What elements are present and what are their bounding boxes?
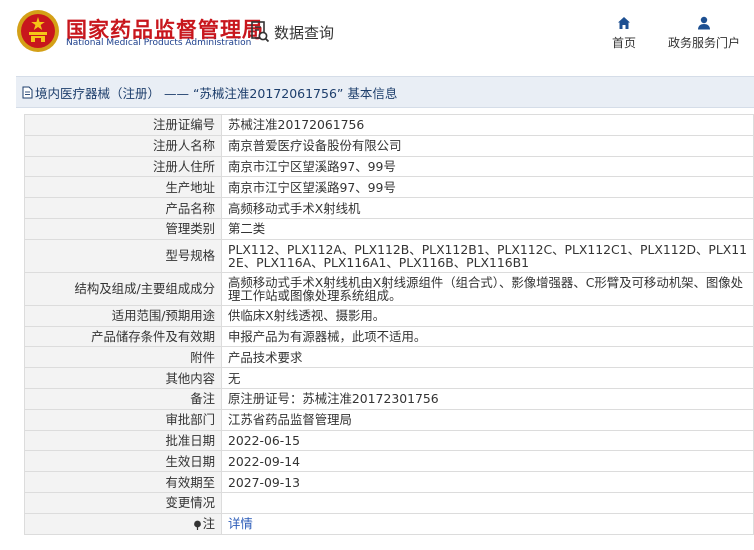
field-label: 管理类别 [24, 217, 222, 240]
table-row: 产品储存条件及有效期 申报产品为有源器械，此项不适用。 [24, 325, 754, 348]
pin-icon [193, 520, 201, 530]
field-value: 南京普爱医疗设备股份有限公司 [221, 134, 754, 157]
table-row: 管理类别 第二类 [24, 217, 754, 240]
field-label: 有效期至 [24, 471, 222, 493]
field-value: 第二类 [221, 217, 754, 240]
field-value: 无 [221, 367, 754, 389]
note-label: 注 [202, 516, 215, 532]
site-header: 国家药品监督管理局 National Medical Products Admi… [0, 0, 754, 66]
field-value: 2022-09-14 [221, 450, 754, 473]
field-label: 结构及组成/主要组成成分 [24, 271, 222, 306]
field-value: 2027-09-13 [221, 471, 754, 493]
note-value-cell: 详情 [221, 512, 754, 535]
table-row: 审批部门 江苏省药品监督管理局 [24, 408, 754, 431]
table-row: 有效期至 2027-09-13 [24, 471, 754, 493]
site-subtitle: National Medical Products Administration [66, 38, 252, 48]
nav-home-label: 首页 [612, 36, 637, 50]
field-value: 南京市江宁区望溪路97、99号 [221, 176, 754, 199]
table-row: 批准日期 2022-06-15 [24, 429, 754, 452]
document-icon [22, 86, 33, 99]
field-label: 注册人住所 [24, 155, 222, 178]
national-emblem-icon [17, 10, 59, 52]
table-row: 生产地址 南京市江宁区望溪路97、99号 [24, 176, 754, 199]
nav-service-portal-label: 政务服务门户 [668, 36, 741, 50]
field-label: 型号规格 [24, 238, 222, 273]
field-label: 注册人名称 [24, 134, 222, 157]
table-row: 生效日期 2022-09-14 [24, 450, 754, 473]
breadcrumb: 境内医疗器械（注册） —— “苏械注准20172061756” 基本信息 [16, 76, 754, 108]
field-value: 高频移动式手术X射线机 [221, 197, 754, 219]
registration-detail-table: 注册证编号 苏械注准20172061756 注册人名称 南京普爱医疗设备股份有限公司… [24, 114, 754, 535]
note-label-cell: 注 [24, 512, 222, 535]
field-value: 南京市江宁区望溪路97、99号 [221, 155, 754, 178]
field-label: 附件 [24, 346, 222, 369]
field-label: 产品储存条件及有效期 [24, 325, 222, 348]
table-row: 其他内容无 [24, 367, 754, 389]
field-value: 2022-06-15 [221, 429, 754, 452]
field-label: 备注 [24, 387, 222, 410]
field-value: 原注册证号：苏械注准20172301756 [221, 387, 754, 410]
user-icon [698, 16, 710, 30]
document-search-icon [251, 21, 270, 43]
field-label: 生产地址 [24, 176, 222, 199]
nav-service-portal[interactable]: 政务服务门户 [668, 16, 740, 51]
field-value [221, 491, 754, 514]
field-label: 生效日期 [24, 450, 222, 473]
field-value: 供临床X射线透视、摄影用。 [221, 304, 754, 327]
table-row: 变更情况 [24, 491, 754, 514]
details-link[interactable]: 详情 [228, 516, 253, 531]
home-icon [618, 17, 630, 29]
field-label: 审批部门 [24, 408, 222, 431]
table-row: 结构及组成/主要组成成分 高频移动式手术X射线机由X射线源组件（组合式）、影像增强… [24, 271, 754, 306]
table-row: 型号规格 PLX112、PLX112A、PLX112B、PLX112B1、PLX1… [24, 238, 754, 273]
nav-home[interactable]: 首页 [612, 16, 636, 51]
table-row: 注册人名称 南京普爱医疗设备股份有限公司 [24, 134, 754, 157]
field-value: 申报产品为有源器械，此项不适用。 [221, 325, 754, 348]
field-value: 江苏省药品监督管理局 [221, 408, 754, 431]
field-label: 批准日期 [24, 429, 222, 452]
table-row: 注册证编号 苏械注准20172061756 [24, 114, 754, 136]
table-row: 注 详情 [24, 512, 754, 535]
table-row: 适用范围/预期用途 供临床X射线透视、摄影用。 [24, 304, 754, 327]
field-label: 其他内容 [24, 367, 222, 389]
field-label: 适用范围/预期用途 [24, 304, 222, 327]
field-label: 注册证编号 [24, 114, 222, 136]
table-row: 产品名称 高频移动式手术X射线机 [24, 197, 754, 219]
field-value: 苏械注准20172061756 [221, 114, 754, 136]
table-row: 注册人住所 南京市江宁区望溪路97、99号 [24, 155, 754, 178]
breadcrumb-text: 境内医疗器械（注册） —— “苏械注准20172061756” 基本信息 [35, 85, 398, 101]
table-row: 附件 产品技术要求 [24, 346, 754, 369]
data-query-link[interactable]: 数据查询 [250, 20, 334, 44]
field-value: 高频移动式手术X射线机由X射线源组件（组合式）、影像增强器、C形臂及可移动机架、… [221, 271, 754, 306]
field-label: 产品名称 [24, 197, 222, 219]
field-label: 变更情况 [24, 491, 222, 514]
data-query-label: 数据查询 [274, 23, 335, 42]
field-value: PLX112、PLX112A、PLX112B、PLX112B1、PLX112C、… [221, 238, 754, 273]
field-value: 产品技术要求 [221, 346, 754, 369]
table-row: 备注 原注册证号：苏械注准20172301756 [24, 387, 754, 410]
